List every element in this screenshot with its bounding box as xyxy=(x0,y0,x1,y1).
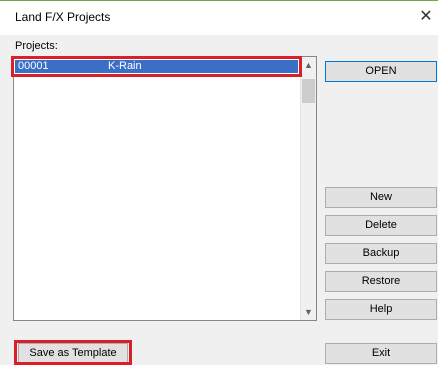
new-button[interactable]: New xyxy=(325,187,437,208)
project-name: K-Rain xyxy=(108,60,142,72)
backup-button[interactable]: Backup xyxy=(325,243,437,264)
title-bar: Land F/X Projects ✕ xyxy=(0,0,438,35)
open-button[interactable]: OPEN xyxy=(325,61,437,82)
help-button[interactable]: Help xyxy=(325,299,437,320)
close-icon[interactable]: ✕ xyxy=(418,8,434,26)
save-as-template-button[interactable]: Save as Template xyxy=(18,343,128,364)
projects-listbox[interactable]: 00001 K-Rain ▲ ▼ xyxy=(13,56,317,321)
land-fx-projects-dialog: Land F/X Projects ✕ Projects: 00001 K-Ra… xyxy=(0,0,438,365)
listbox-scrollbar[interactable]: ▲ ▼ xyxy=(300,57,316,320)
scroll-up-arrow-icon[interactable]: ▲ xyxy=(301,57,316,73)
projects-label: Projects: xyxy=(15,40,58,52)
scroll-down-arrow-icon[interactable]: ▼ xyxy=(301,304,316,320)
delete-button[interactable]: Delete xyxy=(325,215,437,236)
scroll-thumb[interactable] xyxy=(302,79,315,103)
project-number: 00001 xyxy=(18,60,49,72)
restore-button[interactable]: Restore xyxy=(325,271,437,292)
exit-button[interactable]: Exit xyxy=(325,343,437,364)
project-list-item[interactable]: 00001 K-Rain xyxy=(15,60,298,73)
window-title: Land F/X Projects xyxy=(15,10,111,24)
